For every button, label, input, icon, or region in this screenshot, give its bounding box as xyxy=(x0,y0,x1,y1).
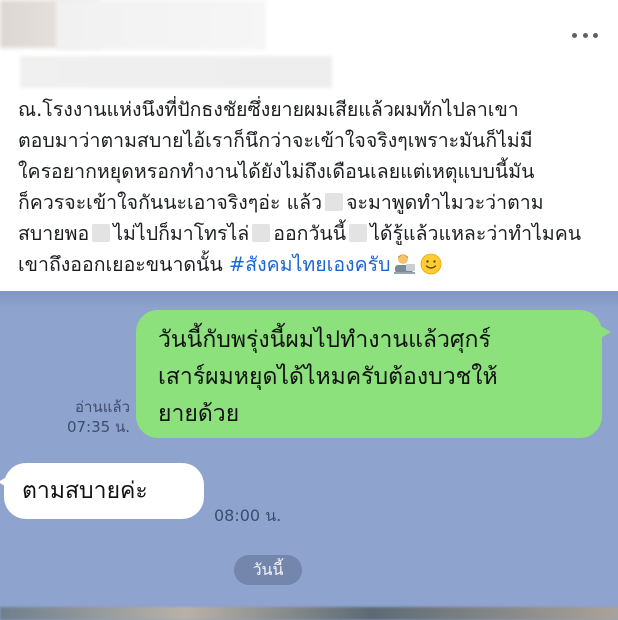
incoming-message-bubble: ตามสบายค่ะ xyxy=(0,463,204,519)
censored-word xyxy=(349,224,368,242)
more-horizontal-icon-dot xyxy=(593,32,598,38)
date-divider: วันนี้ xyxy=(234,555,302,585)
post-text-segment: จะมาพูดทำไมวะว่าตาม xyxy=(346,191,544,214)
post-line: สบายพอ ไม่ไปก็มาโทรไล่ ออกวันนี้ ได้รู้แล้ว… xyxy=(18,218,608,249)
post-line: ณ.โรงงานแห่งนึงที่ปักธงชัยซึ่งยายผมเสียแ… xyxy=(18,98,519,121)
post-header xyxy=(0,0,618,92)
author-name-blurred[interactable] xyxy=(56,0,266,50)
message-timestamp: 07:35 น. xyxy=(66,418,130,436)
cropped-image-strip xyxy=(0,607,618,620)
more-options-button[interactable] xyxy=(568,22,602,48)
message-text: ตามสบายค่ะ xyxy=(22,478,148,504)
message-line: วันนี้กับพรุ่งนี้ผมไปทำงานแล้วศุกร์ xyxy=(158,327,491,353)
censored-word xyxy=(92,224,111,242)
read-label: อ่านแล้ว xyxy=(75,398,130,416)
post-text-segment: ไม่ไปก็มาโทรไล่ xyxy=(113,222,250,245)
message-line: เสาร์ผมหยุดได้ไหมครับต้องบวชให้ xyxy=(158,364,498,390)
post-text-segment: ได้รู้แล้วแหละว่าทำไมคน xyxy=(370,222,582,245)
chat-screenshot: วันนี้กับพรุ่งนี้ผมไปทำงานแล้วศุกร์ เสาร… xyxy=(0,291,618,620)
censored-word xyxy=(252,224,271,242)
post-body: ณ.โรงงานแห่งนึงที่ปักธงชัยซึ่งยายผมเสียแ… xyxy=(18,94,608,280)
post-line: ก็ควรจะเข้าใจกันนะเอาจริงๆอ่ะ แล้ว จะมาพู… xyxy=(18,187,608,218)
hashtag-link[interactable]: #สังคมไทยเองครับ xyxy=(229,253,391,276)
post-meta-blurred xyxy=(20,56,332,88)
message-timestamp: 08:00 น. xyxy=(214,506,282,525)
more-horizontal-icon xyxy=(572,32,577,38)
post-line: ตอบมาว่าตามสบายไอ้เราก็นึกว่าจะเข้าใจจริ… xyxy=(18,129,533,152)
post-line: เขาถึงออกเยอะขนาดนั้น #สังคมไทยเองครับ xyxy=(18,249,608,280)
post-line: ใครอยากหยุดหรอกทำงานได้ยังไม่ถึงเดือนเลย… xyxy=(18,160,535,183)
smiling-face-emoji-icon xyxy=(421,253,442,275)
censored-word xyxy=(325,193,344,211)
more-horizontal-icon-dot xyxy=(582,32,588,38)
post-text-segment: ก็ควรจะเข้าใจกันนะเอาจริงๆอ่ะ แล้ว xyxy=(18,191,323,214)
post-text-segment: ออกวันนี้ xyxy=(273,222,347,245)
post-text-segment: เขาถึงออกเยอะขนาดนั้น xyxy=(18,253,229,276)
outgoing-message-bubble: วันนี้กับพรุ่งนี้ผมไปทำงานแล้วศุกร์ เสาร… xyxy=(136,310,611,438)
message-line: ยายด้วย xyxy=(158,401,240,427)
post-text-segment: สบายพอ xyxy=(18,222,90,245)
read-receipt: อ่านแล้ว 07:35 น. xyxy=(30,397,130,437)
technologist-emoji-icon xyxy=(394,254,416,274)
